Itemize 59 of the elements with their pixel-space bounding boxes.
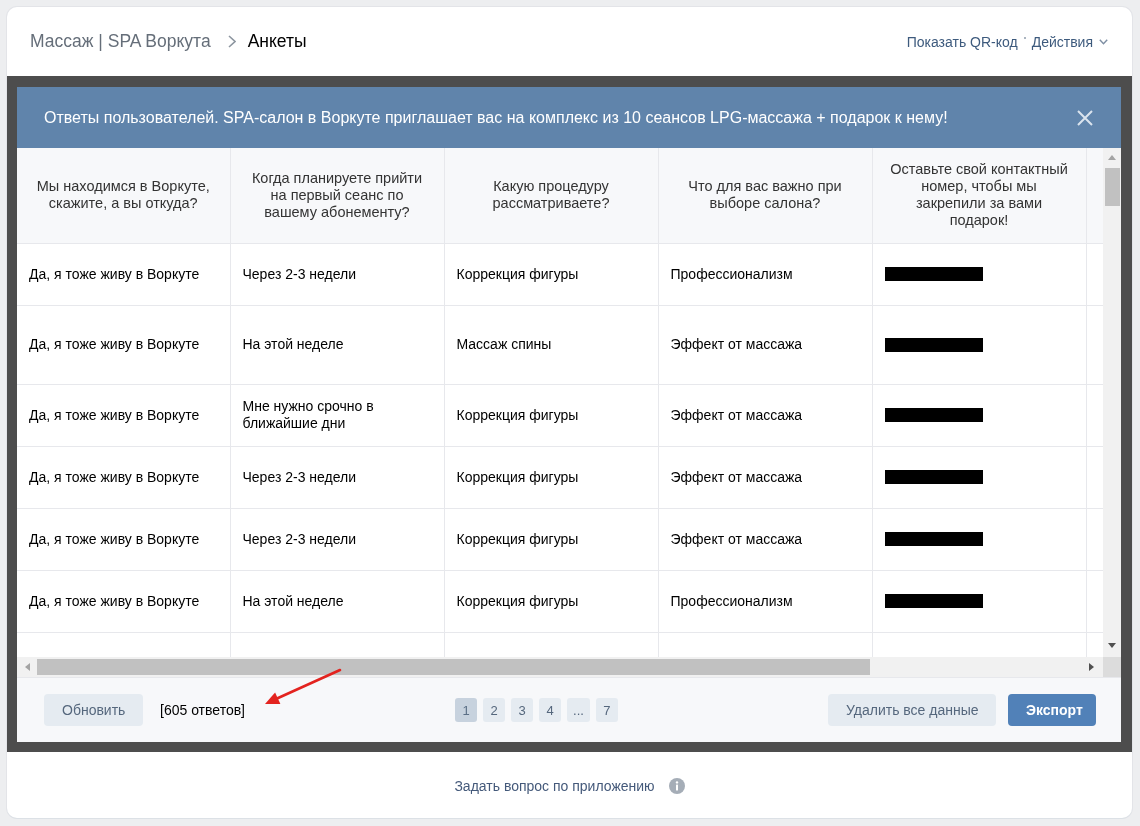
table-cell: Коррекция фигуры [444, 384, 658, 446]
table-cell: Да, я тоже живу в Воркуте [17, 384, 230, 446]
table-cell: Мне нужно срочно в ближайшие дни [230, 384, 444, 446]
column-header: Оставьте свой контактный номер, чтобы мы закрепили за вами подарок! [872, 148, 1086, 243]
table-cell: Да, я тоже живу в Воркуте [17, 446, 230, 508]
page-button[interactable]: 4 [539, 698, 562, 722]
qr-code-link[interactable]: Показать QR-код [906, 33, 1018, 50]
table-cell: Коррекция фигуры [444, 508, 658, 570]
scroll-down-icon[interactable] [1108, 643, 1116, 648]
table-cell: Эффект от массажа [658, 384, 872, 446]
table-cell: Эффект от массажа [658, 305, 872, 384]
column-header: Что для вас важно при выборе салона? [658, 148, 872, 243]
table-cell: Коррекция фигуры [444, 446, 658, 508]
scrollbar-corner [1103, 657, 1121, 677]
close-button[interactable] [1077, 109, 1093, 126]
vertical-scrollbar[interactable] [1103, 148, 1121, 657]
breadcrumb-link[interactable]: Массаж | SPA Воркута [30, 31, 211, 52]
info-icon [668, 778, 685, 794]
table-cell: Профессионализм [658, 570, 872, 632]
page-button[interactable]: 1 [455, 698, 478, 722]
table-cell: Да, я тоже живу в Воркуте [17, 305, 230, 384]
table-cell: Да, я тоже живу в Воркуте [17, 243, 230, 305]
table-cell: Через 2-3 недели [230, 446, 444, 508]
help-link[interactable]: Задать вопрос по приложению [454, 778, 655, 794]
export-button[interactable]: Экспорт [1008, 694, 1096, 726]
scroll-right-icon[interactable] [1089, 663, 1094, 671]
page-button[interactable]: ... [567, 698, 590, 722]
scrollbar-thumb[interactable] [37, 659, 870, 675]
refresh-button[interactable]: Обновить [44, 694, 143, 726]
chevron-down-icon [1099, 38, 1108, 45]
column-header: Когда планируете прийти на первый сеанс по вашему абонементу? [230, 148, 444, 243]
column-header: Какую процедуру рассматриваете? [444, 148, 658, 243]
table-cell: Да, я тоже живу в Воркуте [17, 508, 230, 570]
table-cell: Массаж спины [444, 305, 658, 384]
table-cell: Да, я тоже живу в Воркуте [17, 570, 230, 632]
page-title: Анкеты [247, 31, 307, 52]
horizontal-scrollbar[interactable] [17, 657, 1103, 677]
page-button[interactable]: 3 [511, 698, 534, 722]
delete-data-button[interactable]: Удалить все данные [828, 694, 996, 726]
page-button[interactable]: 2 [483, 698, 506, 722]
table-cell: Эффект от массажа [658, 508, 872, 570]
modal-title: Ответы пользователей. SPA-салон в Воркуте приглашает вас на комплекс из 10 сеансов LPG-массажа + подарок к нему! [44, 108, 948, 127]
table-cell: Через 2-3 недели [230, 508, 444, 570]
table-cell: На этой неделе [230, 305, 444, 384]
chevron-right-icon [227, 35, 236, 48]
page-button[interactable]: 7 [595, 698, 618, 722]
close-icon [1077, 109, 1093, 126]
response-count: [605 ответов] [160, 702, 245, 718]
table-cell: Коррекция фигуры [444, 570, 658, 632]
actions-menu[interactable]: Действия [1031, 33, 1108, 50]
column-header: Мы находимся в Воркуте, скажите, а вы откуда? [17, 148, 230, 243]
table-cell: На этой неделе [230, 570, 444, 632]
table-cell: Коррекция фигуры [444, 243, 658, 305]
scroll-left-icon[interactable] [25, 663, 30, 671]
scroll-up-icon[interactable] [1108, 155, 1116, 160]
table-cell: Эффект от массажа [658, 446, 872, 508]
scrollbar-thumb[interactable] [1104, 168, 1120, 206]
table-cell: Через 2-3 недели [230, 243, 444, 305]
table-cell: Профессионализм [658, 243, 872, 305]
